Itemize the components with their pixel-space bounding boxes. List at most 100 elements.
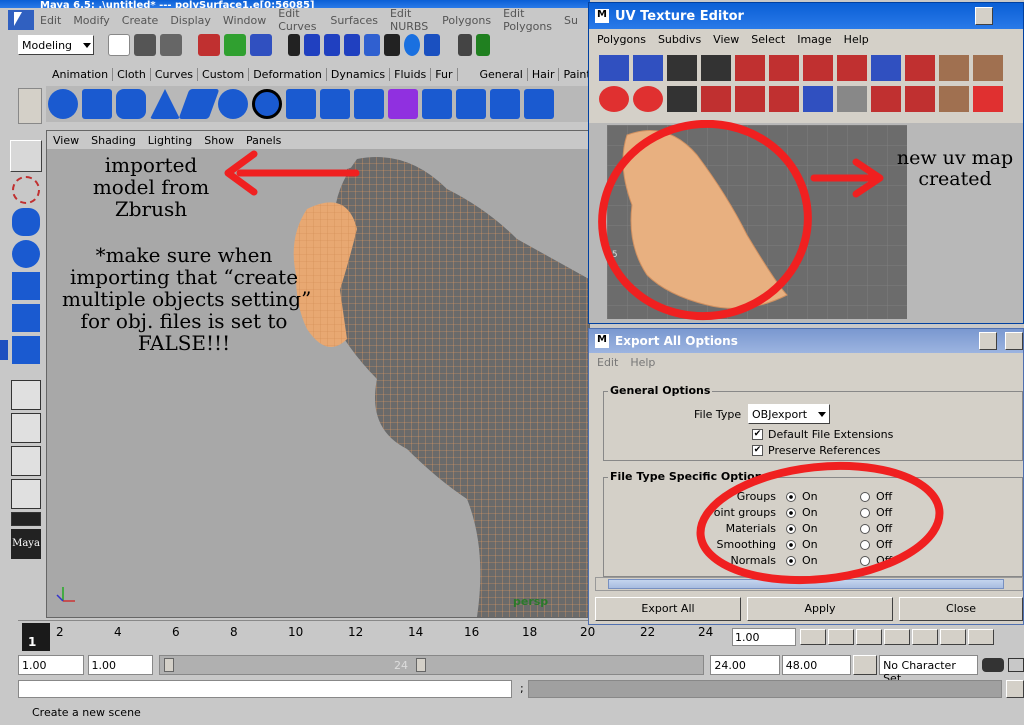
poly-plane-icon[interactable] xyxy=(178,89,220,119)
make-live-icon[interactable] xyxy=(364,34,380,56)
rotate-tool-icon[interactable] xyxy=(12,272,40,300)
separate-icon[interactable] xyxy=(320,89,350,119)
shelf-tab-cloth[interactable]: Cloth xyxy=(113,67,151,81)
default-extensions-checkbox[interactable]: ✔ xyxy=(752,429,763,440)
range-end2-field[interactable]: 48.00 xyxy=(781,655,852,675)
poly-cone-icon[interactable] xyxy=(150,89,180,119)
uv-align-top-icon[interactable] xyxy=(769,86,799,112)
poly-torus-icon[interactable] xyxy=(218,89,248,119)
poly-cylinder-icon[interactable] xyxy=(116,89,146,119)
uv-grid-plus-2-icon[interactable] xyxy=(905,86,935,112)
uv-menu-polygons[interactable]: Polygons xyxy=(597,33,646,46)
export-menu-help[interactable]: Help xyxy=(630,356,655,369)
export-menu-edit[interactable]: Edit xyxy=(597,356,618,369)
uv-rotate-cw-icon[interactable] xyxy=(633,86,663,112)
export-maximize-button[interactable] xyxy=(1005,332,1023,350)
shelf-tab-general[interactable]: General xyxy=(476,67,528,81)
export-all-button[interactable]: Export All xyxy=(595,597,741,621)
uv-align-left-icon[interactable] xyxy=(769,55,799,81)
move-tool-icon[interactable] xyxy=(12,240,40,268)
menu-window[interactable]: Window xyxy=(223,14,266,27)
outliner-layout-icon[interactable] xyxy=(11,446,41,476)
panel-menu-shading[interactable]: Shading xyxy=(91,134,136,147)
menu-surfaces[interactable]: Surfaces xyxy=(330,14,378,27)
scale-tool-icon[interactable] xyxy=(12,304,40,332)
menu-su[interactable]: Su xyxy=(564,14,578,27)
poly-cube-icon[interactable] xyxy=(82,89,112,119)
single-view-layout-icon[interactable] xyxy=(11,380,41,410)
smooth-icon[interactable] xyxy=(388,89,418,119)
panel-menu-panels[interactable]: Panels xyxy=(246,134,281,147)
save-scene-icon[interactable] xyxy=(160,34,182,56)
snap-view-icon[interactable] xyxy=(344,34,360,56)
uv-minimize-button[interactable] xyxy=(975,7,993,25)
graph-layout-icon[interactable] xyxy=(11,479,41,509)
uv-menu-subdivs[interactable]: Subdivs xyxy=(658,33,701,46)
panel-menu-view[interactable]: View xyxy=(53,134,79,147)
shelf-tab-fluids[interactable]: Fluids xyxy=(390,67,432,81)
shelf-tab-deformation[interactable]: Deformation xyxy=(249,67,327,81)
char-set-dropdown-button[interactable] xyxy=(853,655,878,675)
uv-menu-view[interactable]: View xyxy=(713,33,739,46)
uv-grid-icon[interactable] xyxy=(871,55,901,81)
uv-align-bottom-icon[interactable] xyxy=(837,55,867,81)
new-scene-icon[interactable] xyxy=(108,34,130,56)
menu-create[interactable]: Create xyxy=(122,14,159,27)
range-start-field[interactable]: 1.00 xyxy=(18,655,84,675)
menu-edit[interactable]: Edit xyxy=(40,14,61,27)
extrude-face-icon[interactable] xyxy=(422,89,452,119)
step-back-icon[interactable] xyxy=(856,629,882,645)
shelf-tab-animation[interactable]: Animation xyxy=(48,67,114,81)
panel-menu-show[interactable]: Show xyxy=(204,134,234,147)
menu-modify[interactable]: Modify xyxy=(73,14,109,27)
command-line[interactable] xyxy=(18,680,512,698)
uv-grid-minus-icon[interactable] xyxy=(871,86,901,112)
poly-sphere-icon[interactable] xyxy=(48,89,78,119)
range-handle-end[interactable] xyxy=(416,658,426,672)
preferences-icon[interactable] xyxy=(1008,658,1024,672)
range-end-field[interactable]: 24.00 xyxy=(710,655,780,675)
snap-grid-icon[interactable] xyxy=(288,34,300,56)
paint-select-icon[interactable] xyxy=(12,208,40,236)
key-icon[interactable] xyxy=(982,658,1005,672)
uv-unfold-icon[interactable] xyxy=(667,86,697,112)
uv-avatar-2-icon[interactable] xyxy=(973,55,1003,81)
uv-grid-plus-icon[interactable] xyxy=(905,55,935,81)
shelf-tab-dynamics[interactable]: Dynamics xyxy=(327,67,391,81)
menu-display[interactable]: Display xyxy=(170,14,211,27)
menu-edit-curves[interactable]: Edit Curves xyxy=(278,7,318,33)
uv-avatar-icon[interactable] xyxy=(939,55,969,81)
select-hierarchy-icon[interactable] xyxy=(198,34,220,56)
poly-ring-icon[interactable] xyxy=(252,89,282,119)
character-set-field[interactable]: No Character Set xyxy=(879,655,979,685)
uv-menu-select[interactable]: Select xyxy=(751,33,785,46)
four-view-layout-icon[interactable] xyxy=(11,413,41,443)
uv-avatar-3-icon[interactable] xyxy=(939,86,969,112)
uv-refresh-icon[interactable] xyxy=(973,86,1003,112)
play-forward-icon[interactable] xyxy=(912,629,938,645)
menu-polygons[interactable]: Polygons xyxy=(442,14,491,27)
step-back-key-icon[interactable] xyxy=(828,629,854,645)
current-frame-field[interactable]: 1.00 xyxy=(732,628,796,646)
mode-dropdown[interactable]: Modeling xyxy=(18,35,94,55)
channel-box-icon[interactable] xyxy=(476,34,490,56)
uv-move-sew-icon[interactable] xyxy=(735,55,765,81)
split-poly-icon[interactable] xyxy=(456,89,486,119)
construction-history-icon[interactable] xyxy=(384,34,400,56)
shelf-tab-curves[interactable]: Curves xyxy=(151,67,199,81)
lasso-tool-icon[interactable] xyxy=(12,176,40,204)
snap-curve-icon[interactable] xyxy=(304,34,320,56)
uv-checker-icon[interactable] xyxy=(837,86,867,112)
menu-edit-polygons[interactable]: Edit Polygons xyxy=(503,7,552,33)
boolean-icon[interactable] xyxy=(354,89,384,119)
help-icon[interactable] xyxy=(424,34,440,56)
close-button[interactable]: Close xyxy=(899,597,1023,621)
panel-menu-lighting[interactable]: Lighting xyxy=(148,134,192,147)
range-bar[interactable]: 24 xyxy=(159,655,705,675)
file-type-dropdown[interactable]: OBJexport xyxy=(748,404,830,424)
goto-start-icon[interactable] xyxy=(800,629,826,645)
snap-point-icon[interactable] xyxy=(324,34,340,56)
goto-end-icon[interactable] xyxy=(968,629,994,645)
range-start2-field[interactable]: 1.00 xyxy=(87,655,153,675)
apply-button[interactable]: Apply xyxy=(747,597,893,621)
